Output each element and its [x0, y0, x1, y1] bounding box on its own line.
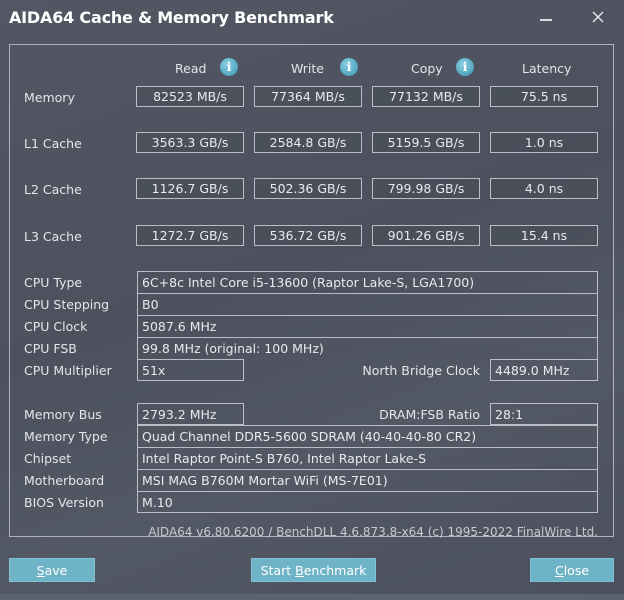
benchmark-window: AIDA64 Cache & Memory Benchmark Read i W…: [0, 0, 624, 600]
row-label-l2-cache: L2 Cache: [24, 182, 82, 197]
memory-bus-value: 2793.2 MHz: [137, 403, 244, 425]
memory-type-value: Quad Channel DDR5-5600 SDRAM (40-40-40-8…: [137, 425, 598, 447]
write-info-icon[interactable]: i: [340, 58, 358, 76]
l3-write-value: 536.72 GB/s: [254, 225, 362, 246]
dram-fsb-ratio-value: 28:1: [490, 403, 598, 425]
close-label: lose: [563, 562, 590, 578]
minimize-button[interactable]: [531, 4, 561, 30]
start-benchmark-button[interactable]: Start Benchmark: [251, 558, 376, 582]
bios-version-value: M.10: [137, 491, 598, 513]
chipset-label: Chipset: [24, 451, 72, 466]
memory-copy-value: 77132 MB/s: [372, 86, 480, 107]
minimize-icon: [540, 19, 552, 21]
memory-latency-value: 75.5 ns: [490, 86, 598, 107]
copy-info-icon[interactable]: i: [456, 58, 474, 76]
dram-fsb-ratio-label: DRAM:FSB Ratio: [379, 407, 480, 422]
close-accesskey: C: [554, 562, 564, 578]
chipset-value: Intel Raptor Point-S B760, Intel Raptor …: [137, 447, 598, 469]
cpu-multiplier-value: 51x: [137, 359, 244, 381]
north-bridge-clock-value: 4489.0 MHz: [490, 359, 598, 381]
l2-write-value: 502.36 GB/s: [254, 178, 362, 199]
close-button[interactable]: Close: [530, 558, 614, 582]
north-bridge-clock-label: North Bridge Clock: [362, 363, 480, 378]
column-header-latency: Latency: [522, 61, 572, 76]
l2-read-value: 1126.7 GB/s: [136, 178, 244, 199]
start-accesskey: B: [295, 562, 304, 578]
cpu-stepping-value: B0: [137, 293, 598, 315]
column-header-copy: Copy: [411, 61, 443, 76]
row-label-l3-cache: L3 Cache: [24, 229, 82, 244]
memory-bus-label: Memory Bus: [24, 407, 102, 422]
row-label-l1-cache: L1 Cache: [24, 136, 82, 151]
cpu-multiplier-label: CPU Multiplier: [24, 363, 112, 378]
memory-read-value: 82523 MB/s: [136, 86, 244, 107]
close-window-button[interactable]: [583, 4, 613, 30]
cpu-type-value: 6C+8c Intel Core i5-13600 (Raptor Lake-S…: [137, 271, 598, 293]
cpu-stepping-label: CPU Stepping: [24, 297, 110, 312]
l1-latency-value: 1.0 ns: [490, 132, 598, 153]
memory-write-value: 77364 MB/s: [254, 86, 362, 107]
l1-copy-value: 5159.5 GB/s: [372, 132, 480, 153]
close-icon: [592, 11, 604, 23]
l3-copy-value: 901.26 GB/s: [372, 225, 480, 246]
motherboard-value: MSI MAG B760M Mortar WiFi (MS-7E01): [137, 469, 598, 491]
l2-copy-value: 799.98 GB/s: [372, 178, 480, 199]
l3-read-value: 1272.7 GB/s: [136, 225, 244, 246]
start-label-prefix: Start: [260, 562, 296, 578]
cpu-type-label: CPU Type: [24, 275, 83, 290]
l1-read-value: 3563.3 GB/s: [136, 132, 244, 153]
save-accesskey: S: [36, 562, 45, 578]
cpu-clock-value: 5087.6 MHz: [137, 315, 598, 337]
column-header-write: Write: [291, 61, 325, 76]
window-title: AIDA64 Cache & Memory Benchmark: [9, 8, 334, 27]
bios-version-label: BIOS Version: [24, 495, 104, 510]
cpu-fsb-value: 99.8 MHz (original: 100 MHz): [137, 337, 598, 359]
motherboard-label: Motherboard: [24, 473, 105, 488]
l3-latency-value: 15.4 ns: [490, 225, 598, 246]
l1-write-value: 2584.8 GB/s: [254, 132, 362, 153]
start-label-rest: enchmark: [303, 562, 367, 578]
read-info-icon[interactable]: i: [220, 58, 238, 76]
version-footer: AIDA64 v6.80.6200 / BenchDLL 4.6.873.8-x…: [148, 525, 598, 539]
window-bottom-edge: [0, 594, 624, 600]
save-button[interactable]: Save: [9, 558, 95, 582]
cpu-clock-label: CPU Clock: [24, 319, 88, 334]
cpu-fsb-label: CPU FSB: [24, 341, 77, 356]
save-label: ave: [44, 562, 68, 578]
column-header-read: Read: [175, 61, 207, 76]
memory-type-label: Memory Type: [24, 429, 108, 444]
row-label-memory: Memory: [24, 90, 75, 105]
l2-latency-value: 4.0 ns: [490, 178, 598, 199]
